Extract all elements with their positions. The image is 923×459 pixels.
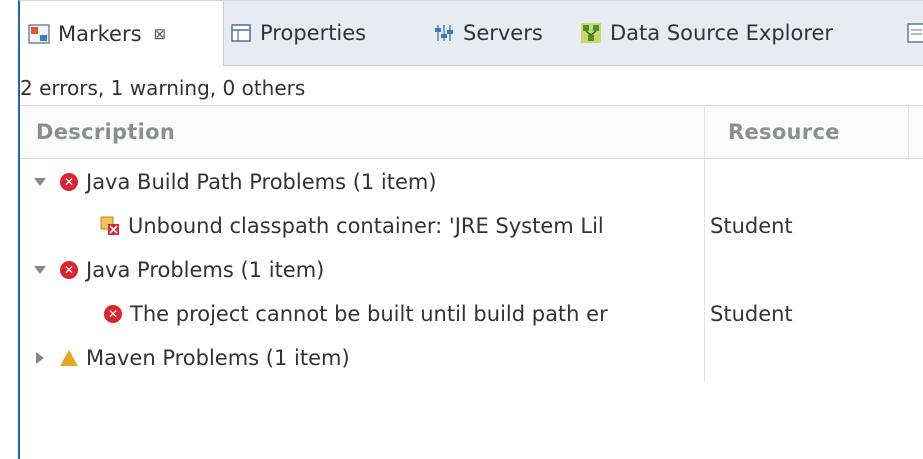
column-header-description[interactable]: Description [36,106,175,158]
tree-row[interactable]: Unbound classpath container: 'JRE System… [20,204,923,248]
tree-row-label: The project cannot be built until build … [130,302,608,326]
more-views-icon[interactable] [907,22,923,44]
expand-arrow-icon[interactable] [36,352,44,364]
marker-summary: 2 errors, 1 warning, 0 others [20,76,306,100]
tab-label: Servers [463,21,543,45]
tab-markers[interactable]: Markers ⊠ [20,1,224,66]
properties-icon [230,22,252,44]
tree-row[interactable]: ✕ The project cannot be built until buil… [20,292,923,336]
tree-row-description: ✕ Java Problems (1 item) [34,248,702,292]
close-tab-icon[interactable]: ⊠ [154,25,167,43]
error-icon: ✕ [60,261,78,279]
tab-properties[interactable]: Properties [230,1,366,65]
tree-row-description: Unbound classpath container: 'JRE System… [100,204,702,248]
column-divider[interactable] [908,106,909,158]
tree-row-label: Unbound classpath container: 'JRE System… [128,214,604,238]
tree-row-description: Maven Problems (1 item) [36,336,702,380]
tab-label: Data Source Explorer [610,21,834,45]
tree-row-description: ✕ Java Build Path Problems (1 item) [34,160,702,204]
tab-servers[interactable]: Servers [433,1,543,65]
tree-row[interactable]: Maven Problems (1 item) [20,336,923,380]
tree-row-resource: Student [710,214,793,238]
tree-row-description: ✕ The project cannot be built until buil… [104,292,702,336]
markers-icon [28,23,50,45]
tree-row[interactable]: ✕ Java Build Path Problems (1 item) [20,160,923,204]
data-source-explorer-icon [580,22,602,44]
servers-icon [433,22,455,44]
tab-label: Properties [260,21,367,45]
tab-label: Markers [58,21,142,46]
table-header: Description Resource [20,105,923,159]
tab-data-source-explorer[interactable]: Data Source Explorer [580,1,833,65]
collapse-arrow-icon[interactable] [34,178,46,186]
column-header-resource[interactable]: Resource [728,106,840,158]
view-tab-bar: Markers ⊠ Properties Servers Data Source… [20,1,923,66]
markers-view: Markers ⊠ Properties Servers Data Source… [18,0,923,459]
classpath-error-icon [100,216,120,236]
tree-row-label: Java Problems (1 item) [86,258,325,282]
warning-icon [60,350,78,366]
column-divider[interactable] [704,106,705,158]
error-icon: ✕ [104,305,122,323]
tree-row-resource: Student [710,302,793,326]
tree-row-label: Maven Problems (1 item) [86,346,350,370]
tree-row[interactable]: ✕ Java Problems (1 item) [20,248,923,292]
tree-row-label: Java Build Path Problems (1 item) [86,170,437,194]
collapse-arrow-icon[interactable] [34,266,46,274]
error-icon: ✕ [60,173,78,191]
